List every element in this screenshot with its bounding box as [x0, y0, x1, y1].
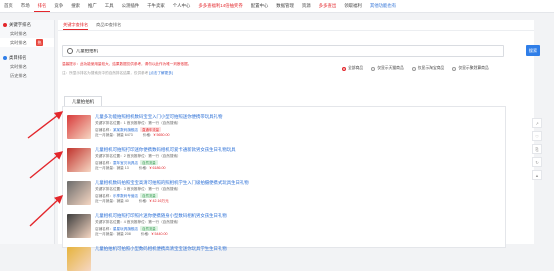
arrow-to-result-2 — [29, 151, 64, 179]
product-title-link[interactable]: 儿童拍拍机可拍照小型数码相机便携高清宝宝迷你玩具学生生日礼物 — [95, 246, 227, 252]
product-thumbnail[interactable] — [67, 247, 91, 271]
arrow-to-result-3 — [29, 195, 64, 227]
annotation-arrows — [27, 111, 64, 227]
arrow-to-result-1 — [27, 111, 64, 139]
